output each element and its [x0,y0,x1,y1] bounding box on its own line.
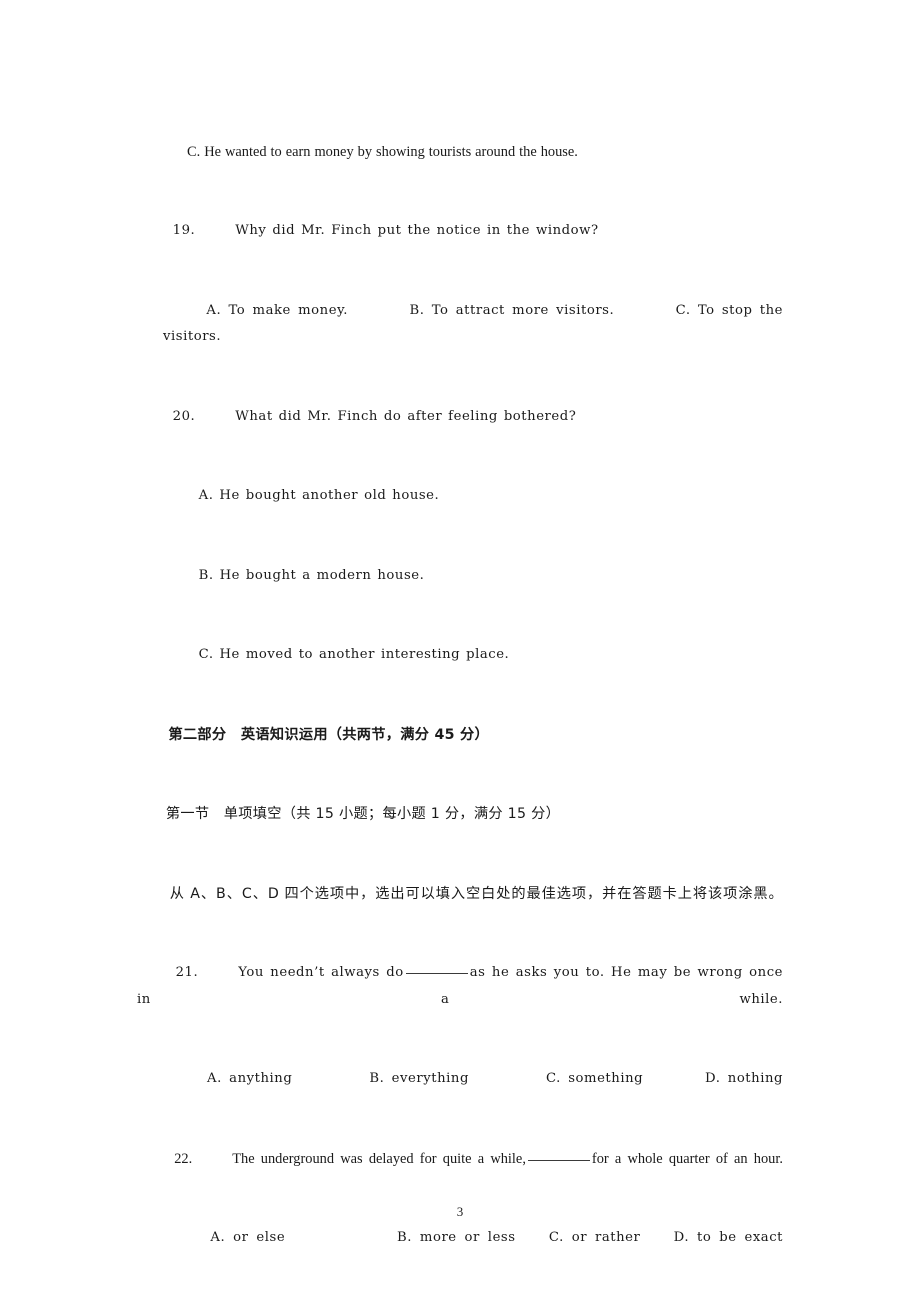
q21-stem-after: as he asks you to. He may be wrong once … [137,965,789,1007]
question-19: 19. Why did Mr. Finch put the notice in t… [137,192,783,272]
q19-number: 19. [172,223,196,238]
page-content: C. He wanted to earn money by showing to… [137,112,783,1302]
page-number: 3 [456,1204,464,1219]
q21-stem-before: You needn’t always do [238,965,404,980]
q22-stem-before: The underground was delayed for quite a … [232,1150,526,1167]
section-one-heading: 第一节 单项填空（共 15 小题；每小题 1 分，满分 15 分） [165,806,561,822]
exam-page: C. He wanted to earn money by showing to… [0,0,920,1302]
question-23: 23.The village seemed deserted, the only… [137,1278,783,1302]
question-20: 20. What did Mr. Finch do after feeling b… [137,377,783,457]
section-instruction: 从 A、B、C、D 四个选项中，选出可以填入空白处的最佳选项，并在答题卡上将该项… [169,885,784,902]
q18-option-c: C. He wanted to earn money by showing to… [187,143,578,160]
q19-options: A. To make money. B. To attract more vis… [163,302,789,345]
q21-options: A. anything B. everything C. something D… [207,1071,784,1086]
q20-option-c: C. He moved to another interesting place… [198,647,510,662]
q20-stem: What did Mr. Finch do after feeling both… [235,408,577,424]
question-21: 21. You needn’t always do as he asks you t… [137,934,783,1040]
q21-number: 21. [175,965,199,980]
question-22: 22. The underground was delayed for quite… [137,1119,783,1199]
q22-blank [527,1159,590,1161]
q21-blank [405,973,468,974]
part-two-heading: 第二部分 英语知识运用（共两节，满分 45 分） [168,726,490,743]
q20-option-b: B. He bought a modern house. [198,567,425,583]
q20-option-a: A. He bought another old house. [198,488,440,503]
q20-number: 20. [172,408,196,424]
q22-number: 22. [174,1150,193,1167]
q19-stem: Why did Mr. Finch put the notice in the … [235,223,599,238]
q22-stem-after: for a whole quarter of an hour. [591,1150,783,1167]
